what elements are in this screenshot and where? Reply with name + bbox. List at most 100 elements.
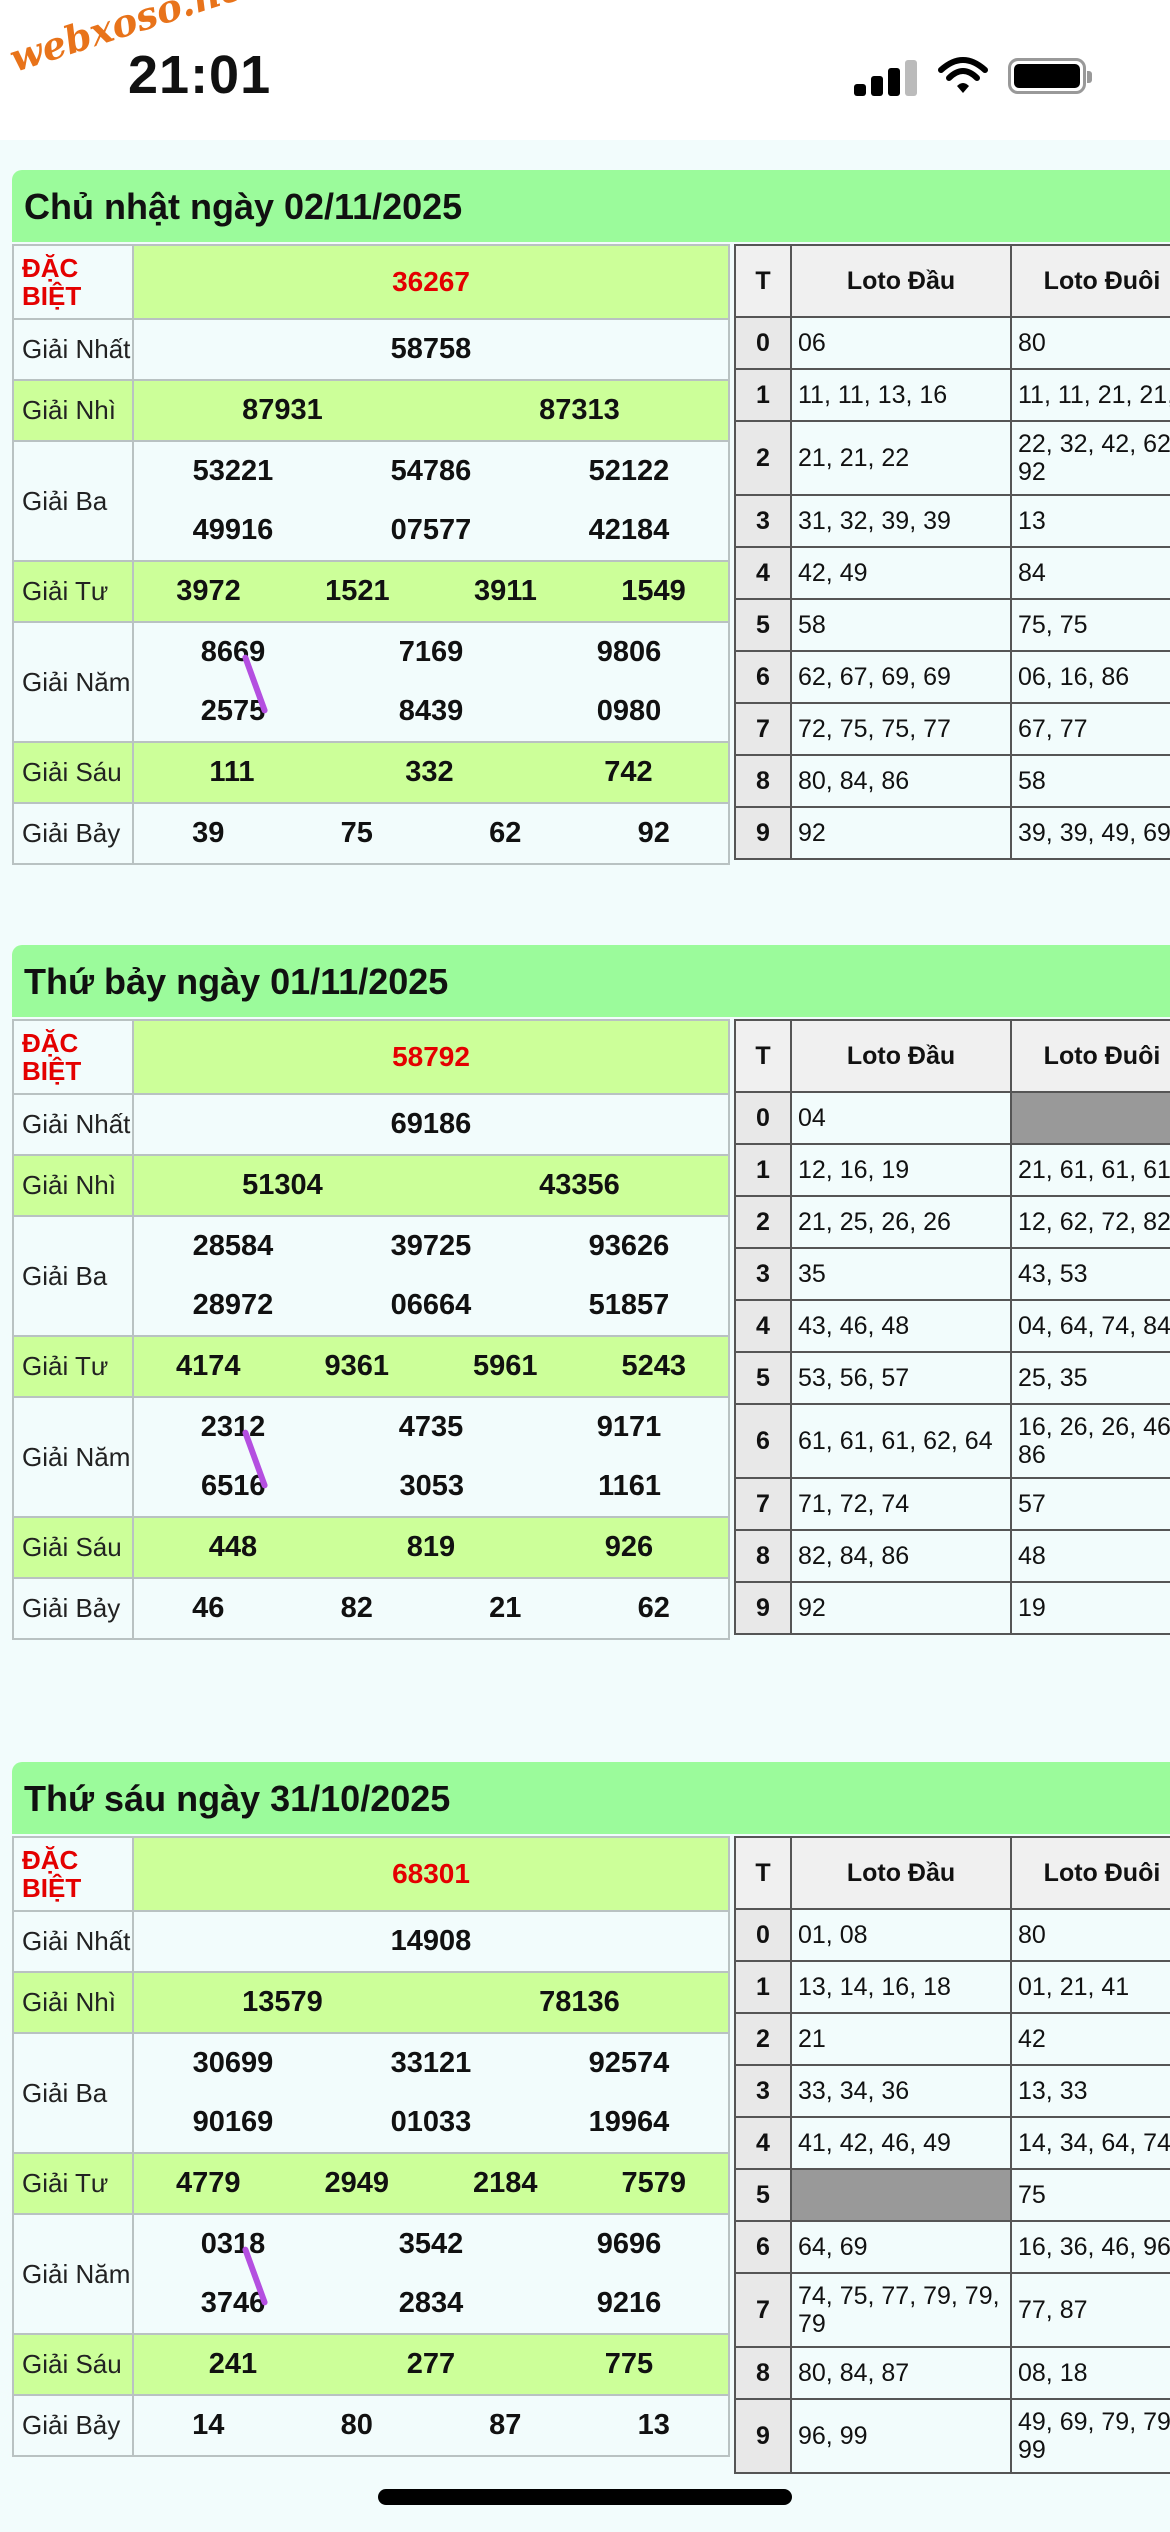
table-row: 7 74, 75, 77, 79, 79, 79 77, 87 <box>734 2272 1170 2348</box>
third-prize-label: Giải Ba <box>12 440 134 562</box>
prize-number: 39725 <box>390 1230 472 1262</box>
prize-number: 87931 <box>242 394 323 426</box>
loto-duoi-cell: 80 <box>1010 1908 1170 1962</box>
clock: 21:01 <box>128 45 272 105</box>
loto-head-digit: 8 <box>734 2346 792 2400</box>
status-bar: webxoso.net 21:01 <box>0 0 1170 140</box>
prize-number: 82 <box>340 1592 373 1624</box>
fifth-prize-label: Giải Năm <box>12 1396 134 1518</box>
sixth-prize-label: Giải Sáu <box>12 741 134 804</box>
prize-number: 43356 <box>539 1169 620 1201</box>
loto-duoi-cell: 43, 53 <box>1010 1247 1170 1301</box>
loto-dau-cell <box>790 2168 1012 2222</box>
prize-number: 93626 <box>588 1230 670 1262</box>
table-row: 3 33, 34, 36 13, 33 <box>734 2064 1170 2118</box>
loto-duoi-cell: 75, 75 <box>1010 598 1170 652</box>
prize-number: 28972 <box>192 1289 274 1321</box>
loto-table: T Loto Đầu Loto Đuôi 0 01, 08 80 1 13, 14, 16, … <box>734 1836 1170 2474</box>
prize-number: 39 <box>192 817 225 849</box>
loto-head-digit: 1 <box>734 368 792 422</box>
loto-head-digit: 1 <box>734 1960 792 2014</box>
loto-dau-cell: 64, 69 <box>790 2220 1012 2274</box>
loto-duoi-cell: 25, 35 <box>1010 1351 1170 1405</box>
table-row: 9 92 39, 39, 49, 69, <box>734 806 1170 860</box>
prize-number: 5961 <box>472 1350 538 1382</box>
loto-head-digit: 4 <box>734 2116 792 2170</box>
prize-number: 7169 <box>398 636 464 668</box>
table-row: 4 42, 49 84 <box>734 546 1170 600</box>
prize-number: 78136 <box>539 1986 620 2018</box>
second-prize-label: Giải Nhì <box>12 379 134 442</box>
loto-col-duoi: Loto Đuôi <box>1010 1836 1170 1910</box>
prize-number: 742 <box>604 756 653 788</box>
loto-dau-cell: 01, 08 <box>790 1908 1012 1962</box>
table-row: 9 96, 99 49, 69, 79, 79, 99 <box>734 2398 1170 2474</box>
third-prize-label: Giải Ba <box>12 1215 134 1337</box>
prize-number: 52122 <box>588 455 670 487</box>
prize-number: 21 <box>489 1592 522 1624</box>
prize-number: 3972 <box>176 575 241 607</box>
loto-duoi-cell: 57 <box>1010 1477 1170 1531</box>
loto-duoi-cell: 39, 39, 49, 69, <box>1010 806 1170 860</box>
prize-number: 33121 <box>390 2047 472 2079</box>
prize-number: 9171 <box>596 1411 662 1443</box>
loto-dau-cell: 41, 42, 46, 49 <box>790 2116 1012 2170</box>
loto-duoi-cell: 06, 16, 86 <box>1010 650 1170 704</box>
loto-col-duoi: Loto Đuôi <box>1010 1019 1170 1093</box>
prize-number: 49916 <box>192 514 274 546</box>
table-row: 1 13, 14, 16, 18 01, 21, 41 <box>734 1960 1170 2014</box>
prize-number: 3542 <box>398 2228 464 2260</box>
second-prize-label: Giải Nhì <box>12 1154 134 1217</box>
prize-number: 3053 <box>399 1470 465 1502</box>
table-row: 7 72, 75, 75, 77 67, 77 <box>734 702 1170 756</box>
prize-number: 3911 <box>473 575 537 607</box>
loto-head-digit: 7 <box>734 1477 792 1531</box>
prize-number: 2184 <box>472 2167 538 2199</box>
loto-dau-cell: 92 <box>790 806 1012 860</box>
fifth-prize-label: Giải Năm <box>12 621 134 743</box>
loto-dau-cell: 43, 46, 48 <box>790 1299 1012 1353</box>
loto-head-digit: 2 <box>734 420 792 496</box>
loto-dau-cell: 11, 11, 13, 16 <box>790 368 1012 422</box>
loto-head-digit: 8 <box>734 1529 792 1583</box>
loto-dau-cell: 06 <box>790 316 1012 370</box>
table-row: 1 11, 11, 13, 16 11, 11, 21, 21, <box>734 368 1170 422</box>
loto-dau-cell: 58 <box>790 598 1012 652</box>
prize-number: 9361 <box>324 1350 389 1382</box>
second-prize-label: Giải Nhì <box>12 1971 134 2034</box>
loto-duoi-cell: 11, 11, 21, 21, <box>1010 368 1170 422</box>
table-row: 2 21 42 <box>734 2012 1170 2066</box>
third-prize-label: Giải Ba <box>12 2032 134 2154</box>
cellular-signal-icon <box>854 60 918 96</box>
loto-head-digit: 6 <box>734 650 792 704</box>
prize-number: 8439 <box>398 695 464 727</box>
loto-dau-cell: 31, 32, 39, 39 <box>790 494 1012 548</box>
special-prize-number: 68301 <box>132 1836 730 1912</box>
loto-dau-cell: 92 <box>790 1581 1012 1635</box>
prize-number: 01033 <box>390 2106 472 2138</box>
prize-number: 90169 <box>192 2106 274 2138</box>
day-header: Chủ nhật ngày 02/11/2025 <box>12 170 1170 242</box>
prize-number: 3746 <box>200 2287 266 2319</box>
loto-head-digit: 7 <box>734 702 792 756</box>
loto-duoi-cell: 08, 18 <box>1010 2346 1170 2400</box>
loto-duoi-cell: 01, 21, 41 <box>1010 1960 1170 2014</box>
loto-duoi-cell: 80 <box>1010 316 1170 370</box>
prize-number: 8669 <box>200 636 266 668</box>
loto-dau-cell: 12, 16, 19 <box>790 1143 1012 1197</box>
prize-number: 1549 <box>621 575 686 607</box>
loto-head-digit: 2 <box>734 1195 792 1249</box>
home-indicator[interactable] <box>378 2489 792 2505</box>
loto-head-digit: 9 <box>734 1581 792 1635</box>
prize-number: 92574 <box>588 2047 670 2079</box>
prize-table: ĐẶC BIỆT 36267 Giải Nhất 58758 Giải Nhì 87931 8… <box>12 244 730 865</box>
prize-number: 13579 <box>242 1986 323 2018</box>
table-row: 2 21, 25, 26, 26 12, 62, 72, 82, <box>734 1195 1170 1249</box>
loto-head-digit: 1 <box>734 1143 792 1197</box>
loto-dau-cell: 04 <box>790 1091 1012 1145</box>
prize-number: 51857 <box>588 1289 670 1321</box>
loto-head-digit: 5 <box>734 2168 792 2222</box>
prize-number: 6516 <box>201 1470 266 1502</box>
loto-duoi-cell: 21, 61, 61, 61, <box>1010 1143 1170 1197</box>
loto-head-digit: 4 <box>734 1299 792 1353</box>
